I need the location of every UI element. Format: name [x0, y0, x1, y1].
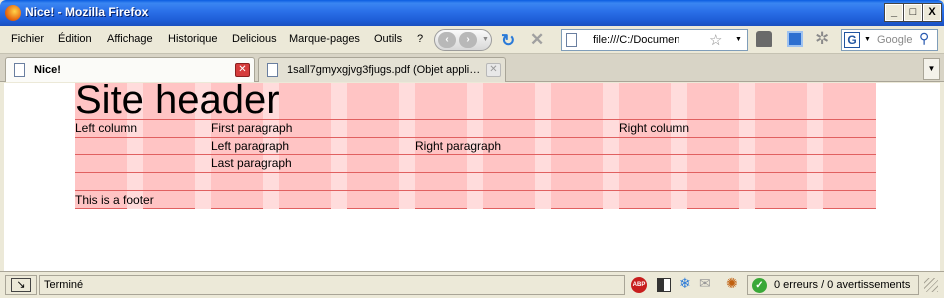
page-icon: [267, 63, 278, 77]
back-forward-group: ‹ › ▼: [434, 29, 492, 51]
url-dropdown-icon[interactable]: ▼: [735, 36, 742, 43]
search-magnifier-icon[interactable]: ⚲: [919, 30, 929, 47]
history-dropdown-icon[interactable]: ▼: [482, 36, 489, 43]
footer: This is a footer: [75, 193, 154, 207]
search-engine-icon[interactable]: G: [844, 32, 860, 48]
menu-edition[interactable]: Édition: [58, 33, 92, 45]
back-button[interactable]: ‹: [438, 32, 456, 48]
minimize-button[interactable]: _: [884, 3, 904, 22]
right-column: Right column: [619, 121, 690, 135]
page-icon: [566, 33, 577, 47]
menu-marque-pages[interactable]: Marque-pages: [289, 33, 360, 45]
forward-button[interactable]: ›: [459, 32, 477, 48]
close-tab-icon[interactable]: ✕: [235, 63, 250, 77]
reload-icon[interactable]: ↻: [501, 31, 515, 51]
page-icon: [14, 63, 25, 77]
search-bar[interactable]: G ▼ Google ⚲: [841, 29, 938, 51]
checkmark-icon: ✓: [752, 278, 767, 293]
stop-icon[interactable]: ✕: [530, 30, 544, 50]
left-paragraph: Left paragraph: [211, 139, 290, 153]
search-input[interactable]: Google: [877, 34, 912, 46]
addon-window-icon[interactable]: [787, 31, 803, 47]
resize-grip-icon[interactable]: [924, 278, 938, 292]
close-window-button[interactable]: X: [922, 3, 942, 22]
errors-summary: 0 erreurs / 0 avertissements: [774, 279, 911, 291]
title-bar: Nice! - Mozilla Firefox _ □ X: [0, 0, 944, 26]
menu-help[interactable]: ?: [417, 33, 423, 45]
tab-label: 1sall7gmyxgjvg3fjugs.pdf (Objet applicat…: [287, 64, 483, 76]
status-text: Terminé: [44, 279, 84, 291]
error-console-panel[interactable]: ✓ 0 erreurs / 0 avertissements: [747, 275, 919, 295]
addon-hat-icon[interactable]: [756, 31, 772, 47]
mail-icon[interactable]: ✉: [699, 275, 713, 291]
window-title: Nice! - Mozilla Firefox: [25, 5, 149, 19]
page-content: Site header Left column First paragraph …: [0, 78, 944, 271]
tab-label: Nice!: [34, 64, 61, 76]
tab-list-dropdown-icon[interactable]: ▼: [923, 58, 940, 80]
firebug-icon[interactable]: ✺: [726, 275, 740, 291]
right-paragraph: Right paragraph: [415, 139, 502, 153]
close-tab-icon[interactable]: ✕: [486, 63, 501, 77]
menu-outils[interactable]: Outils: [374, 33, 402, 45]
status-bar: ↘ Terminé ABP ❄ ✉ ✺ ✓ 0 erreurs / 0 aver…: [0, 271, 944, 298]
menu-fichier[interactable]: Fichier: [11, 33, 44, 45]
menu-delicious[interactable]: Delicious: [232, 33, 277, 45]
status-text-panel: Terminé: [39, 275, 625, 295]
layout-grid: Site header Left column First paragraph …: [75, 78, 876, 209]
menu-historique[interactable]: Historique: [168, 33, 218, 45]
menu-affichage[interactable]: Affichage: [107, 33, 153, 45]
last-paragraph: Last paragraph: [211, 156, 292, 170]
menu-bar: Fichier Édition Affichage Historique Del…: [0, 26, 944, 54]
baseline-line: [75, 190, 876, 191]
site-header: Site header: [75, 78, 280, 122]
addon-grid-icon[interactable]: [657, 278, 671, 292]
url-bar[interactable]: file:///C:/Documents and Settings/ ☆ ▼: [561, 29, 748, 51]
maximize-button[interactable]: □: [903, 3, 923, 22]
status-icon-panel: ↘: [5, 275, 37, 295]
snowflake-icon[interactable]: ❄: [679, 275, 693, 291]
baseline-line: [75, 172, 876, 173]
firefox-logo-icon: [5, 5, 21, 21]
bookmark-star-icon[interactable]: ☆: [709, 31, 722, 49]
search-engine-dropdown-icon[interactable]: ▼: [864, 36, 871, 43]
connection-icon: ↘: [11, 278, 31, 292]
tab-pdf[interactable]: 1sall7gmyxgjvg3fjugs.pdf (Objet applicat…: [258, 57, 506, 82]
left-column: Left column: [75, 121, 138, 135]
first-paragraph: First paragraph: [211, 121, 293, 135]
adblock-icon[interactable]: ABP: [631, 277, 647, 293]
url-input[interactable]: file:///C:/Documents and Settings/: [593, 34, 679, 46]
gear-icon[interactable]: ✲: [815, 29, 831, 48]
